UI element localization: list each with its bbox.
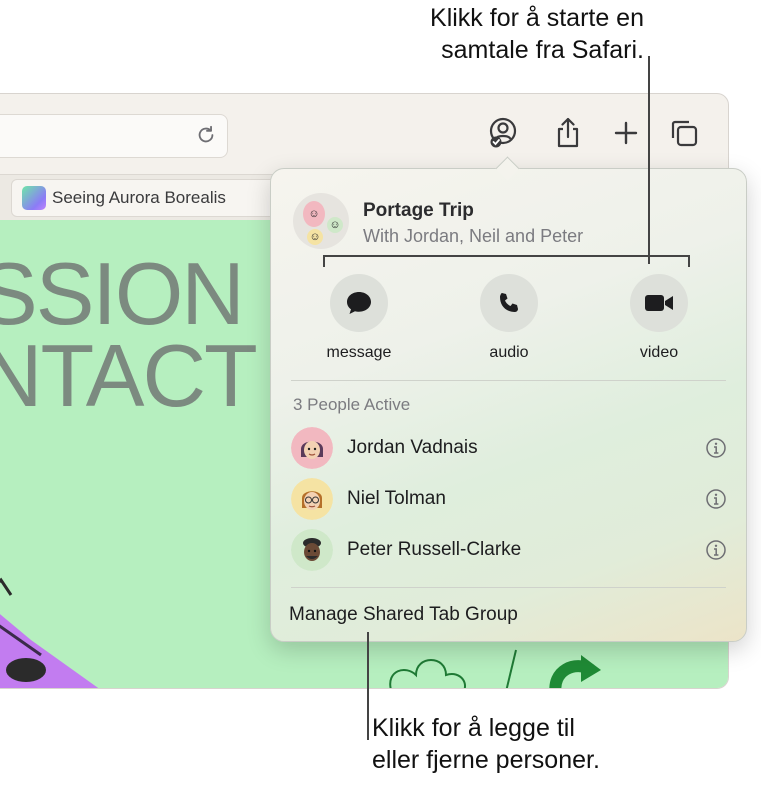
page-illustration-purple	[0, 577, 99, 688]
info-icon[interactable]	[705, 539, 727, 561]
audio-circle[interactable]	[480, 274, 538, 332]
tab-favicon-icon	[22, 186, 46, 210]
person-name: Niel Tolman	[347, 488, 446, 509]
group-avatar: ☺ ☺ ☺	[293, 193, 349, 249]
callout-top-line-2: samtale fra Safari.	[441, 36, 644, 64]
callout-start-conversation: Klikk for å starte en samtale fra Safari…	[314, 2, 644, 66]
people-collab-icon	[489, 117, 517, 148]
shared-tab-group-icon[interactable]	[486, 116, 520, 150]
avatar	[291, 529, 333, 571]
message-label: message	[326, 344, 392, 361]
person-name: Jordan Vadnais	[347, 437, 478, 458]
video-label: video	[639, 344, 679, 361]
callout-add-remove-people: Klikk for å legge til eller fjerne perso…	[372, 712, 712, 776]
shared-tab-group-popover: ☺ ☺ ☺ Portage Trip With Jordan, Neil and…	[270, 168, 747, 642]
page-heading-line-2: NTACT	[0, 326, 258, 425]
active-people-heading: 3 People Active	[293, 395, 411, 414]
mini-avatar-jordan: ☺	[303, 201, 325, 227]
avatar	[291, 478, 333, 520]
tab-seeing-aurora-borealis[interactable]: Seeing Aurora Borealis	[11, 179, 301, 217]
address-bar[interactable]	[0, 114, 228, 158]
audio-label: audio	[489, 344, 529, 361]
mini-avatar-peter: ☺	[327, 217, 343, 233]
divider-1	[291, 380, 726, 381]
video-camera-icon	[645, 295, 673, 311]
person-row-jordan[interactable]: Jordan Vadnais	[291, 427, 727, 471]
callout-bracket	[323, 255, 690, 257]
group-title: Portage Trip	[363, 200, 474, 221]
page-heading-line-1: SSION	[0, 244, 245, 343]
person-row-niel[interactable]: Niel Tolman	[291, 478, 727, 522]
info-icon[interactable]	[705, 437, 727, 459]
new-tab-icon[interactable]	[609, 116, 643, 150]
page-illustration-green	[389, 649, 601, 688]
avatar	[291, 427, 333, 469]
tab-overview-icon[interactable]	[667, 116, 701, 150]
message-button[interactable]: message	[314, 274, 404, 362]
message-circle[interactable]	[330, 274, 388, 332]
mini-avatar-niel: ☺	[307, 229, 323, 245]
tab-title: Seeing Aurora Borealis	[52, 188, 226, 207]
manage-shared-tab-group-button[interactable]: Manage Shared Tab Group	[289, 604, 518, 626]
video-button[interactable]: video	[614, 274, 704, 362]
phone-icon	[500, 293, 518, 312]
callout-bottom-line-2: eller fjerne personer.	[372, 746, 600, 774]
callout-bottom-leader	[367, 632, 369, 740]
video-circle[interactable]	[630, 274, 688, 332]
callout-bracket-left	[323, 255, 325, 267]
person-name: Peter Russell-Clarke	[347, 539, 522, 560]
share-icon[interactable]	[551, 116, 585, 150]
audio-button[interactable]: audio	[464, 274, 554, 362]
reload-icon[interactable]	[195, 124, 217, 146]
person-row-peter[interactable]: Peter Russell-Clarke	[291, 529, 727, 573]
callout-bottom-line-1: Klikk for å legge til	[372, 714, 575, 742]
callout-top-leader	[648, 56, 650, 264]
group-subtitle: With Jordan, Neil and Peter	[363, 226, 584, 246]
divider-2	[291, 587, 726, 588]
callout-bracket-right	[688, 255, 690, 267]
info-icon[interactable]	[705, 488, 727, 510]
callout-top-line-1: Klikk for å starte en	[430, 4, 644, 32]
message-bubble-icon	[347, 292, 371, 314]
